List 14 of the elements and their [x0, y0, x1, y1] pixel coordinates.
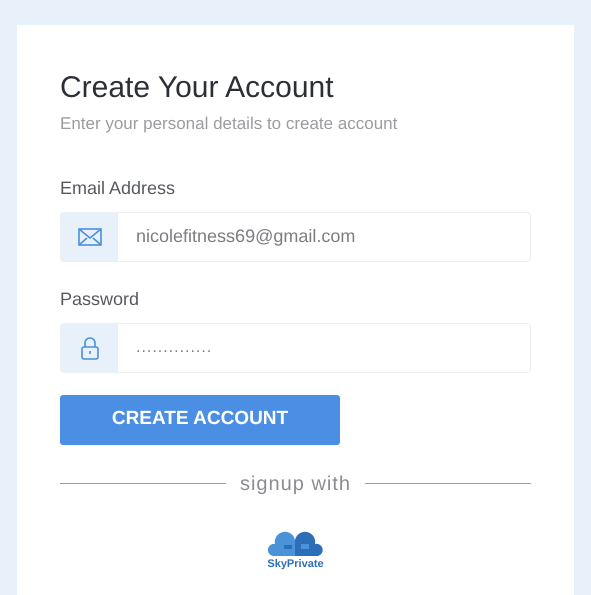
field-label: Email Address: [60, 176, 176, 200]
field-label: Password: [60, 288, 140, 310]
create-account-button[interactable]: CREATE ACCOUNT: [60, 394, 340, 444]
input-field[interactable]: nicolefitness69@gmail.com: [60, 212, 531, 262]
field-value: ..............: [136, 338, 212, 358]
lock-icon: [80, 336, 98, 360]
provider-name: SkyPrivate: [267, 556, 324, 570]
provider-logo[interactable]: SkyPrivate: [266, 526, 324, 570]
page-title: Create Your Account: [60, 70, 335, 106]
envelope-icon: [78, 228, 102, 246]
input-field[interactable]: ..............: [60, 322, 531, 372]
subtitle: Enter your personal details to create account: [60, 113, 398, 135]
field-value: nicolefitness69@gmail.com: [136, 225, 356, 248]
divider-label: signup with: [240, 472, 352, 496]
